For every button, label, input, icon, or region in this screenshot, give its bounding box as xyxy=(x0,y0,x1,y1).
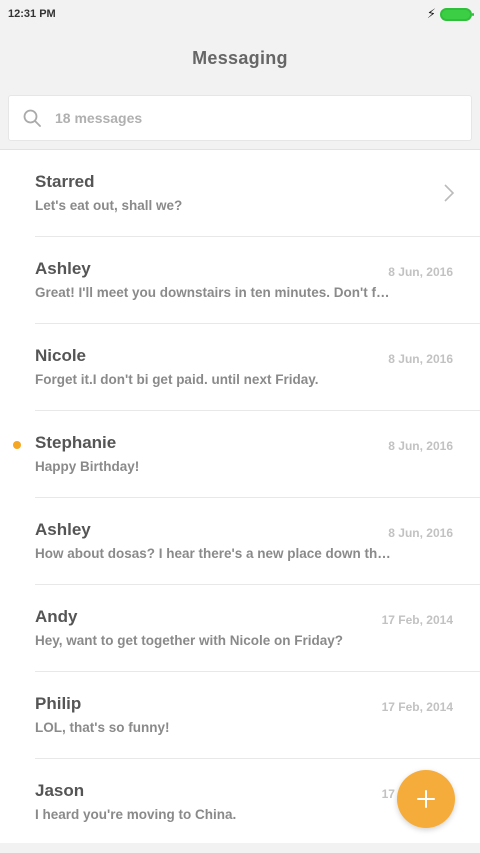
conversation-snippet: How about dosas? I hear there's a new pl… xyxy=(35,546,395,561)
conversation-snippet: Let's eat out, shall we? xyxy=(35,198,183,213)
lightning-icon: ⚡ xyxy=(426,6,436,21)
plus-icon xyxy=(417,790,435,808)
app-bar: Messaging xyxy=(0,28,480,88)
conversation-item[interactable]: Ashley Great! I'll meet you downstairs i… xyxy=(35,237,480,324)
conversation-item[interactable]: Stephanie Happy Birthday! 8 Jun, 2016 xyxy=(13,411,480,498)
conversation-list: Starred Let's eat out, shall we? Ashley … xyxy=(0,150,480,843)
search-bar: 18 messages xyxy=(0,88,480,150)
conversation-snippet: Forget it.I don't bi get paid. until nex… xyxy=(35,372,319,387)
conversation-item[interactable]: Nicole Forget it.I don't bi get paid. un… xyxy=(35,324,480,411)
conversation-date: 17 Feb, 2014 xyxy=(381,613,453,627)
conversation-snippet: Happy Birthday! xyxy=(35,459,140,474)
status-bar: 12:31 PM ⚡ xyxy=(0,0,480,28)
conversation-snippet: I heard you're moving to China. xyxy=(35,807,237,822)
chevron-right-icon xyxy=(444,184,455,202)
battery-icon xyxy=(440,7,474,21)
conversation-item-starred[interactable]: Starred Let's eat out, shall we? xyxy=(35,150,480,237)
conversation-date: 8 Jun, 2016 xyxy=(388,526,453,540)
search-input[interactable]: 18 messages xyxy=(8,95,472,141)
conversation-snippet: Hey, want to get together with Nicole on… xyxy=(35,633,344,648)
conversation-date: 8 Jun, 2016 xyxy=(388,439,453,453)
conversation-item[interactable]: Andy Hey, want to get together with Nico… xyxy=(35,585,480,672)
conversation-date: 8 Jun, 2016 xyxy=(388,352,453,366)
status-time: 12:31 PM xyxy=(8,8,56,20)
conversation-date: 17 Feb, 2014 xyxy=(381,700,453,714)
conversation-snippet: LOL, that's so funny! xyxy=(35,720,170,735)
page-title: Messaging xyxy=(192,47,288,68)
new-message-button[interactable] xyxy=(397,770,455,828)
search-placeholder: 18 messages xyxy=(55,110,143,126)
conversation-item[interactable]: Philip LOL, that's so funny! 17 Feb, 201… xyxy=(35,672,480,759)
search-icon xyxy=(23,109,41,127)
conversation-name: Starred xyxy=(35,172,95,191)
conversation-snippet: Great! I'll meet you downstairs in ten m… xyxy=(35,285,395,300)
status-icons: ⚡ xyxy=(426,6,474,22)
bottom-bar xyxy=(0,843,480,853)
unread-dot-icon xyxy=(13,441,21,449)
conversation-date: 8 Jun, 2016 xyxy=(388,265,453,279)
conversation-item[interactable]: Ashley How about dosas? I hear there's a… xyxy=(35,498,480,585)
